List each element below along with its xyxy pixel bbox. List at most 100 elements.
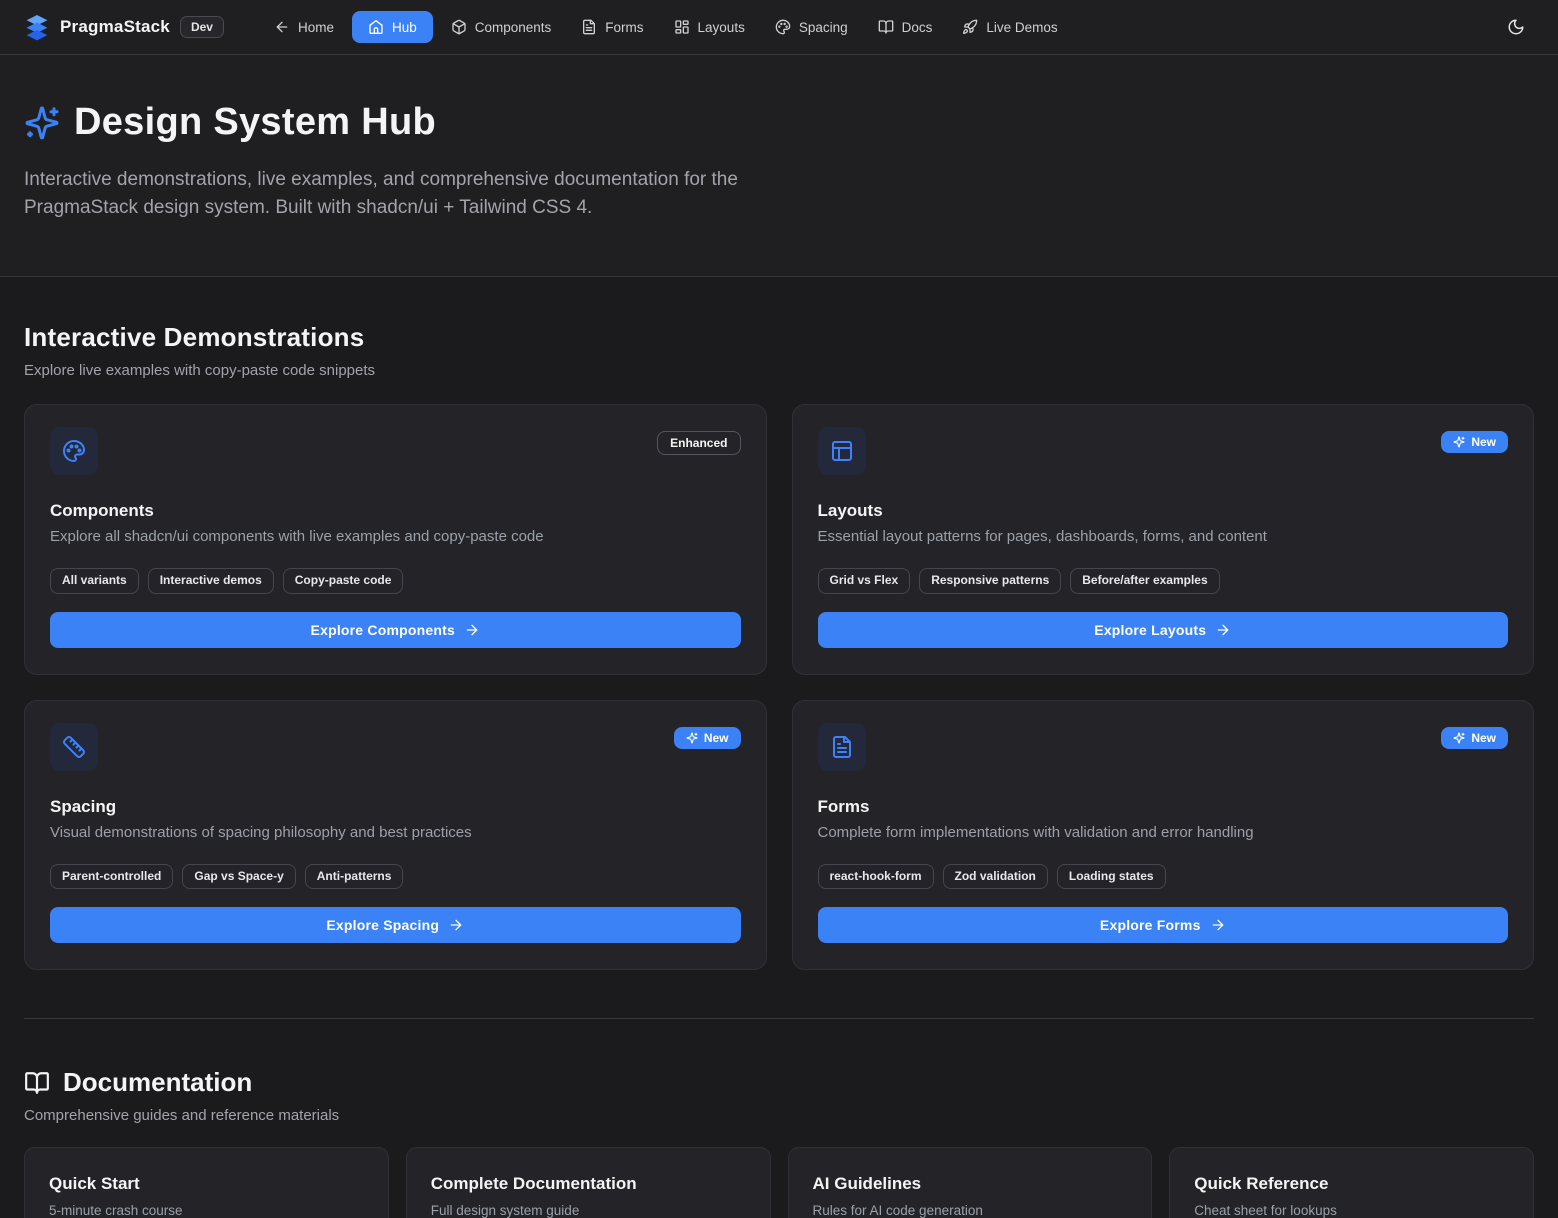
card-description: Essential layout patterns for pages, das… xyxy=(818,528,1509,545)
nav-item-forms[interactable]: Forms xyxy=(569,11,655,43)
card-title: Forms xyxy=(818,797,1509,817)
docs-title-text: Documentation xyxy=(63,1067,252,1098)
card-header: New xyxy=(818,427,1509,475)
nav-item-components[interactable]: Components xyxy=(439,11,564,43)
panels-top-left-icon xyxy=(818,427,866,475)
file-text-icon xyxy=(818,723,866,771)
page-title: Design System Hub xyxy=(24,101,1534,144)
badge-label: New xyxy=(1471,731,1496,745)
theme-toggle-button[interactable] xyxy=(1498,9,1534,45)
docs-section: Documentation Comprehensive guides and r… xyxy=(24,1019,1534,1218)
tag-badge: Grid vs Flex xyxy=(818,568,911,594)
status-badge: New xyxy=(1441,727,1508,749)
doc-card-complete-documentation[interactable]: Complete Documentation Full design syste… xyxy=(406,1147,771,1218)
nav-item-home[interactable]: Home xyxy=(262,11,346,43)
layers-logo-icon xyxy=(24,14,50,41)
doc-card-title: Quick Reference xyxy=(1194,1174,1509,1194)
explore-layouts-button[interactable]: Explore Layouts xyxy=(818,612,1509,648)
doc-card-description: Cheat sheet for lookups xyxy=(1194,1203,1509,1218)
tag-badge: Loading states xyxy=(1057,864,1166,890)
nav-item-live-demos[interactable]: Live Demos xyxy=(950,11,1069,43)
tag-badge: All variants xyxy=(50,568,139,594)
doc-card-title: Complete Documentation xyxy=(431,1174,746,1194)
tag-badge: Copy-paste code xyxy=(283,568,404,594)
demo-card-forms: New Forms Complete form implementations … xyxy=(792,700,1535,971)
doc-card-quick-start[interactable]: Quick Start 5-minute crash course xyxy=(24,1147,389,1218)
card-tags: react-hook-form Zod validation Loading s… xyxy=(818,864,1509,890)
demos-section-subtitle: Explore live examples with copy-paste co… xyxy=(24,362,1534,379)
card-tags: All variants Interactive demos Copy-past… xyxy=(50,568,741,594)
docs-card-grid: Quick Start 5-minute crash course Comple… xyxy=(24,1147,1534,1218)
explore-components-button[interactable]: Explore Components xyxy=(50,612,741,648)
tag-badge: Interactive demos xyxy=(148,568,274,594)
nav-label: Forms xyxy=(605,20,643,35)
arrow-right-icon xyxy=(448,917,464,933)
moon-icon xyxy=(1507,18,1525,36)
docs-section-subtitle: Comprehensive guides and reference mater… xyxy=(24,1107,1534,1124)
card-title: Components xyxy=(50,501,741,521)
file-text-icon xyxy=(581,19,597,35)
sparkles-icon xyxy=(1453,436,1465,448)
tag-badge: Zod validation xyxy=(943,864,1048,890)
arrow-right-icon xyxy=(1210,917,1226,933)
layout-grid-icon xyxy=(674,19,690,35)
demo-card-grid: Enhanced Components Explore all shadcn/u… xyxy=(24,404,1534,970)
status-badge: Enhanced xyxy=(657,431,740,455)
button-label: Explore Forms xyxy=(1100,917,1201,933)
doc-card-description: Rules for AI code generation xyxy=(813,1203,1128,1218)
demos-section-title: Interactive Demonstrations xyxy=(24,322,1534,353)
arrow-left-icon xyxy=(274,19,290,35)
nav-label: Docs xyxy=(902,20,933,35)
tag-badge: react-hook-form xyxy=(818,864,934,890)
explore-spacing-button[interactable]: Explore Spacing xyxy=(50,907,741,943)
badge-label: New xyxy=(1471,435,1496,449)
card-title: Layouts xyxy=(818,501,1509,521)
tag-badge: Responsive patterns xyxy=(919,568,1061,594)
doc-card-title: AI Guidelines xyxy=(813,1174,1128,1194)
palette-icon xyxy=(50,427,98,475)
doc-card-description: 5-minute crash course xyxy=(49,1203,364,1218)
book-open-icon xyxy=(878,19,894,35)
house-icon xyxy=(368,19,384,35)
arrow-right-icon xyxy=(464,622,480,638)
rocket-icon xyxy=(962,19,978,35)
card-header: New xyxy=(50,723,741,771)
card-tags: Parent-controlled Gap vs Space-y Anti-pa… xyxy=(50,864,741,890)
card-description: Complete form implementations with valid… xyxy=(818,824,1509,841)
nav-label: Home xyxy=(298,20,334,35)
nav-item-hub[interactable]: Hub xyxy=(352,11,433,43)
demo-card-components: Enhanced Components Explore all shadcn/u… xyxy=(24,404,767,675)
arrow-right-icon xyxy=(1215,622,1231,638)
button-label: Explore Components xyxy=(311,622,455,638)
button-label: Explore Spacing xyxy=(326,917,439,933)
explore-forms-button[interactable]: Explore Forms xyxy=(818,907,1509,943)
button-label: Explore Layouts xyxy=(1094,622,1206,638)
docs-section-title: Documentation xyxy=(24,1067,1534,1098)
doc-card-quick-reference[interactable]: Quick Reference Cheat sheet for lookups xyxy=(1169,1147,1534,1218)
sparkles-icon xyxy=(686,732,698,744)
hero-section: Design System Hub Interactive demonstrat… xyxy=(0,55,1558,277)
main-content: Interactive Demonstrations Explore live … xyxy=(0,277,1558,1218)
tag-badge: Anti-patterns xyxy=(305,864,404,890)
card-header: Enhanced xyxy=(50,427,741,475)
card-title: Spacing xyxy=(50,797,741,817)
sparkles-icon xyxy=(1453,732,1465,744)
card-description: Explore all shadcn/ui components with li… xyxy=(50,528,741,545)
nav-item-docs[interactable]: Docs xyxy=(866,11,945,43)
doc-card-description: Full design system guide xyxy=(431,1203,746,1218)
card-description: Visual demonstrations of spacing philoso… xyxy=(50,824,741,841)
nav-item-layouts[interactable]: Layouts xyxy=(662,11,757,43)
brand[interactable]: PragmaStack Dev xyxy=(24,14,224,41)
nav-label: Layouts xyxy=(698,20,745,35)
doc-card-ai-guidelines[interactable]: AI Guidelines Rules for AI code generati… xyxy=(788,1147,1153,1218)
top-navbar: PragmaStack Dev Home Hub Components Fo xyxy=(0,0,1558,55)
tag-badge: Parent-controlled xyxy=(50,864,173,890)
book-open-icon xyxy=(24,1070,50,1096)
nav-item-spacing[interactable]: Spacing xyxy=(763,11,860,43)
sparkles-icon xyxy=(24,105,60,141)
tag-badge: Before/after examples xyxy=(1070,568,1219,594)
palette-icon xyxy=(775,19,791,35)
status-badge: New xyxy=(1441,431,1508,453)
env-badge: Dev xyxy=(180,16,224,38)
tag-badge: Gap vs Space-y xyxy=(182,864,295,890)
